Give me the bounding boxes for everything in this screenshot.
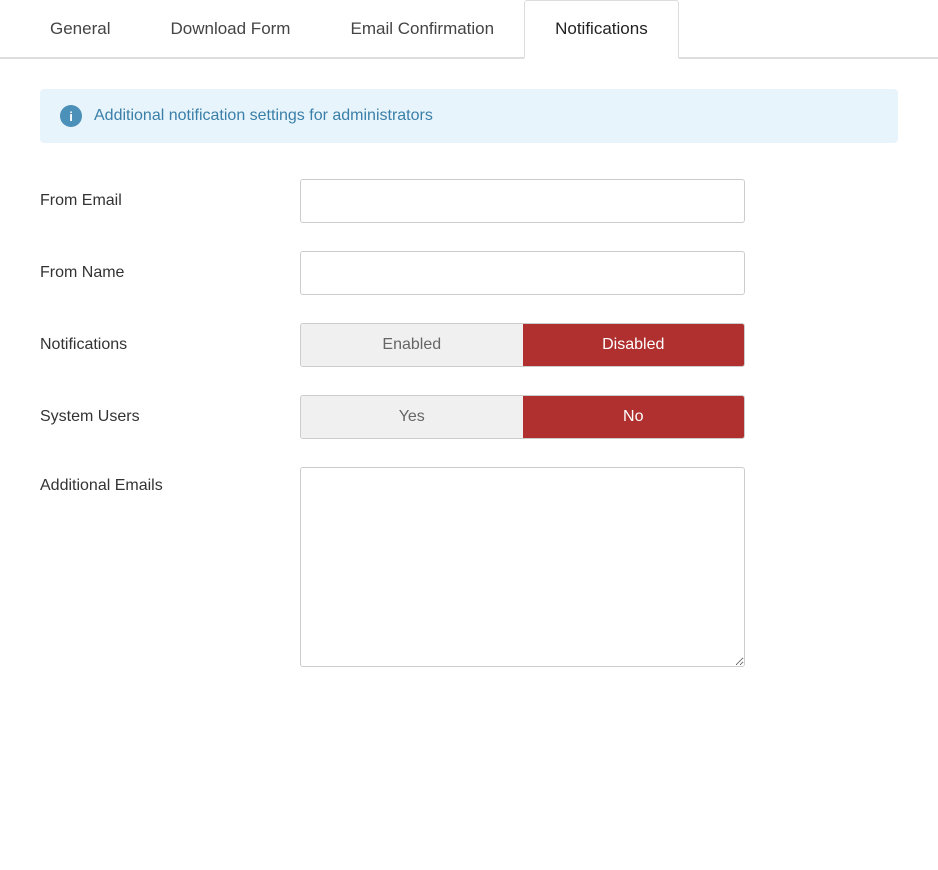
notifications-disabled-button[interactable]: Disabled <box>523 324 745 366</box>
main-content: i Additional notification settings for a… <box>0 59 938 725</box>
system-users-toggle: Yes No <box>300 395 745 439</box>
notifications-enabled-button[interactable]: Enabled <box>301 324 523 366</box>
additional-emails-input[interactable] <box>300 467 745 667</box>
system-users-no-button[interactable]: No <box>523 396 745 438</box>
from-name-input[interactable] <box>300 251 745 295</box>
system-users-row: System Users Yes No <box>40 395 898 439</box>
from-name-row: From Name <box>40 251 898 295</box>
notifications-label: Notifications <box>40 336 300 354</box>
tab-download-form[interactable]: Download Form <box>140 0 320 59</box>
tab-bar: General Download Form Email Confirmation… <box>0 0 938 59</box>
system-users-yes-button[interactable]: Yes <box>301 396 523 438</box>
system-users-label: System Users <box>40 408 300 426</box>
info-banner: i Additional notification settings for a… <box>40 89 898 143</box>
additional-emails-row: Additional Emails <box>40 467 898 667</box>
notifications-row: Notifications Enabled Disabled <box>40 323 898 367</box>
from-name-label: From Name <box>40 264 300 282</box>
additional-emails-label: Additional Emails <box>40 467 300 495</box>
tab-email-confirmation[interactable]: Email Confirmation <box>320 0 524 59</box>
notifications-toggle: Enabled Disabled <box>300 323 745 367</box>
info-banner-text: Additional notification settings for adm… <box>94 107 433 125</box>
from-email-row: From Email <box>40 179 898 223</box>
tab-general[interactable]: General <box>20 0 140 59</box>
info-icon: i <box>60 105 82 127</box>
tab-notifications[interactable]: Notifications <box>524 0 679 59</box>
from-email-label: From Email <box>40 192 300 210</box>
from-email-input[interactable] <box>300 179 745 223</box>
